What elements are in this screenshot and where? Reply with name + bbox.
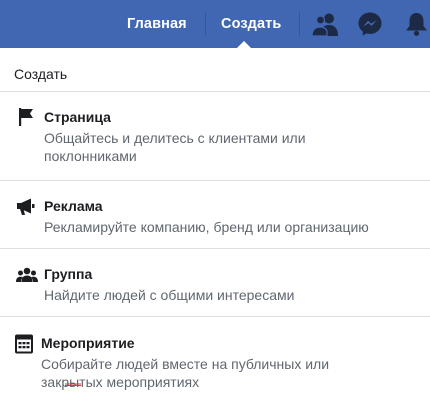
menu-item-group[interactable]: Группа Найдите людей с общими интересами <box>0 266 430 306</box>
divider <box>0 316 430 317</box>
menu-item-description: Собирайте людей вместе на публичных или … <box>41 356 330 390</box>
messenger-icon[interactable] <box>357 11 383 37</box>
calendar-icon <box>15 334 33 354</box>
menu-item-title: Группа <box>44 266 93 282</box>
divider <box>0 180 430 181</box>
bell-icon[interactable] <box>403 11 430 37</box>
group-icon <box>16 267 38 282</box>
menu-item-ad[interactable]: Реклама Рекламируйте компанию, бренд или… <box>0 198 430 238</box>
menu-item-title: Страница <box>44 109 111 125</box>
dropdown-title: Создать <box>14 66 68 82</box>
flag-icon <box>19 108 33 126</box>
menu-item-description: Найдите людей с общими интересами <box>44 287 295 303</box>
menu-item-description: Общайтесь и делитесь с клиентами или пок… <box>44 130 306 164</box>
menu-item-title: Реклама <box>44 198 103 214</box>
create-dropdown: Создать Страница Общайтесь и делитесь с … <box>0 48 430 405</box>
menu-item-page[interactable]: Страница Общайтесь и делитесь с клиентам… <box>0 108 430 164</box>
nav-separator <box>299 12 300 36</box>
nav-home-link[interactable]: Главная <box>127 0 187 48</box>
menu-item-description: Рекламируйте компанию, бренд или организ… <box>44 219 369 235</box>
nav-separator <box>205 12 206 36</box>
divider <box>0 248 430 249</box>
menu-item-event[interactable]: Мероприятие Собирайте людей вместе на пу… <box>0 334 430 395</box>
friends-icon[interactable] <box>312 12 340 36</box>
top-nav-bar: Главная Создать <box>0 0 430 49</box>
menu-item-title: Мероприятие <box>41 335 135 351</box>
divider <box>0 91 430 92</box>
spellcheck-underline <box>65 383 81 386</box>
megaphone-icon <box>17 198 35 215</box>
